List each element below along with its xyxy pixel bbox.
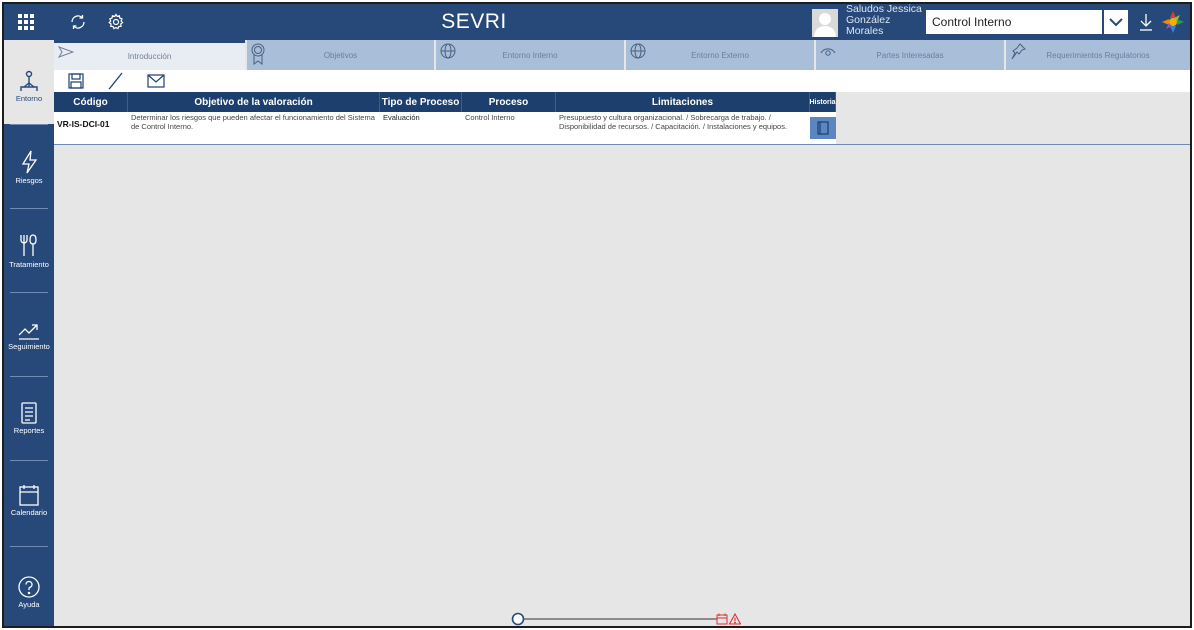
globe-icon: [440, 43, 456, 59]
column-header-objetivo[interactable]: Objetivo de la valoración: [128, 92, 380, 112]
lightning-icon: [21, 150, 38, 174]
book-icon: [817, 121, 829, 135]
tab-entorno-externo[interactable]: Entorno Externo: [626, 40, 814, 70]
sidebar-item-label: Seguimiento: [8, 342, 50, 351]
download-icon[interactable]: [1136, 4, 1156, 40]
table-row[interactable]: VR-IS-DCI-01 Determinar los riesgos que …: [54, 112, 836, 144]
nav-divider: [10, 376, 48, 377]
nav-divider: [10, 208, 48, 209]
column-header-codigo[interactable]: Código: [54, 92, 128, 112]
tab-label: Entorno Interno: [502, 50, 558, 60]
sidebar-item-reportes[interactable]: Reportes: [4, 402, 54, 442]
eye-icon: [820, 48, 836, 56]
app-title: SEVRI: [441, 10, 507, 33]
history-button[interactable]: [810, 117, 836, 139]
column-header-limitaciones[interactable]: Limitaciones: [556, 92, 810, 112]
sidebar-item-label: Ayuda: [18, 600, 40, 609]
section-tabs: Introducción Objetivos Entorno Interno E…: [54, 40, 1190, 70]
cell-codigo: VR-IS-DCI-01: [57, 119, 110, 129]
sidebar-item-riesgos[interactable]: Riesgos: [4, 150, 54, 190]
cell-tipo-proceso: Evaluación: [383, 113, 420, 122]
mail-icon[interactable]: [146, 72, 166, 90]
top-bar: SEVRI Saludos Jessica González Morales C…: [4, 4, 1190, 40]
tools-icon: [20, 234, 37, 256]
sidebar-item-label: Calendario: [10, 508, 48, 517]
tab-label: Objetivos: [323, 50, 358, 60]
nav-divider: [10, 546, 48, 547]
globe-icon: [630, 43, 646, 59]
calendar-alert-icon[interactable]: [716, 613, 728, 625]
tab-label: Requerimientos Regulatorios: [1046, 50, 1150, 60]
sidebar-item-label: Riesgos: [15, 176, 43, 185]
sidebar-item-label: Tratamiento: [9, 260, 49, 269]
table-header: Código Objetivo de la valoración Tipo de…: [54, 92, 836, 112]
sidebar-item-seguimiento[interactable]: Seguimiento: [4, 322, 54, 362]
sidebar-item-ayuda[interactable]: Ayuda: [4, 576, 54, 622]
side-nav: Entorno Riesgos Tratamiento Seguimiento …: [4, 40, 54, 626]
cell-proceso: Control Interno: [465, 113, 515, 122]
edit-icon[interactable]: [106, 72, 126, 90]
tab-label: Entorno Externo: [691, 50, 749, 60]
sidebar-item-calendario[interactable]: Calendario: [4, 484, 54, 528]
tab-introduccion[interactable]: Introducción: [54, 40, 245, 70]
sidebar-item-label: Reportes: [13, 426, 45, 435]
nav-divider: [10, 124, 48, 125]
nav-divider: [10, 460, 48, 461]
pin-icon: [1011, 43, 1026, 60]
column-header-historia[interactable]: Historia: [809, 92, 836, 112]
sidebar-item-entorno[interactable]: Entorno: [4, 40, 54, 124]
save-icon[interactable]: [66, 72, 86, 90]
progress-timeline: [511, 612, 742, 626]
cell-historia: [810, 112, 836, 144]
cell-limitaciones: Presupuesto y cultura organizacional. / …: [559, 113, 788, 131]
brand-logo-icon: [1160, 4, 1186, 40]
tab-entorno-interno[interactable]: Entorno Interno: [436, 40, 624, 70]
nav-divider: [10, 292, 48, 293]
unit-dropdown[interactable]: Control Interno: [926, 10, 1102, 34]
column-header-proceso[interactable]: Proceso: [462, 92, 556, 112]
sidebar-item-tratamiento[interactable]: Tratamiento: [4, 234, 54, 274]
cell-objetivo: Determinar los riesgos que pueden afecta…: [131, 113, 375, 131]
user-avatar: [812, 9, 838, 37]
app-frame: SEVRI Saludos Jessica González Morales C…: [2, 2, 1192, 628]
tab-requerimientos-regulatorios[interactable]: Requerimientos Regulatorios: [1006, 40, 1190, 70]
sidebar-item-label: Entorno: [15, 94, 43, 103]
help-icon: [18, 576, 40, 598]
tab-label: Partes Interesadas: [876, 50, 944, 60]
calendar-icon: [19, 485, 39, 506]
trend-icon: [18, 324, 39, 340]
warning-icon[interactable]: [728, 612, 742, 625]
send-icon: [58, 46, 74, 58]
user-greeting: Saludos Jessica González Morales: [846, 3, 922, 37]
document-icon: [21, 402, 37, 424]
action-toolbar: [54, 70, 1190, 92]
badge-icon: [251, 43, 265, 65]
tab-partes-interesadas[interactable]: Partes Interesadas: [816, 40, 1004, 70]
valoracion-table: Código Objetivo de la valoración Tipo de…: [54, 92, 836, 144]
tab-objetivos[interactable]: Objetivos: [247, 40, 434, 70]
timeline-start-handle[interactable]: [511, 612, 525, 626]
tab-label: Introducción: [127, 52, 172, 61]
row-divider: [54, 144, 1190, 145]
chevron-down-icon[interactable]: [1104, 10, 1128, 34]
column-header-tipo-proceso[interactable]: Tipo de Proceso: [380, 92, 462, 112]
hierarchy-icon: [20, 70, 38, 91]
